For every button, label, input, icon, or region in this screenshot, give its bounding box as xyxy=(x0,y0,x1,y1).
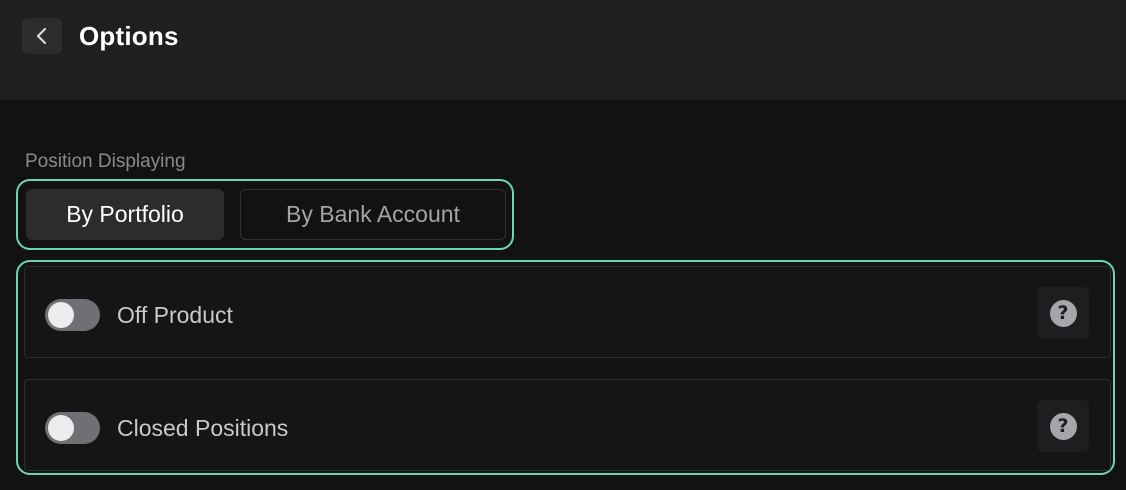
position-displaying-segmented-control: By Portfolio By Bank Account xyxy=(16,179,514,250)
page-title: Options xyxy=(79,21,179,51)
off-product-label: Off Product xyxy=(117,302,233,328)
question-mark-icon: ? xyxy=(1049,412,1077,440)
back-button[interactable] xyxy=(22,18,62,54)
chevron-left-icon xyxy=(36,27,47,45)
toggle-knob xyxy=(48,302,74,328)
by-portfolio-tab[interactable]: By Portfolio xyxy=(26,189,224,240)
off-product-help-button[interactable]: ? xyxy=(1037,287,1089,339)
toggle-settings-group: Off Product ? Closed Positions ? xyxy=(16,260,1115,475)
toggle-row-closed-positions: Closed Positions ? xyxy=(24,379,1111,471)
question-mark-icon: ? xyxy=(1049,299,1077,327)
closed-positions-toggle[interactable] xyxy=(45,412,100,444)
toggle-knob xyxy=(48,415,74,441)
header-bar: Options xyxy=(0,0,1126,100)
toggle-row-off-product: Off Product ? xyxy=(24,266,1111,358)
by-bank-account-tab[interactable]: By Bank Account xyxy=(240,189,506,240)
closed-positions-label: Closed Positions xyxy=(117,415,289,441)
closed-positions-help-button[interactable]: ? xyxy=(1037,400,1089,452)
position-displaying-label: Position Displaying xyxy=(25,151,186,172)
off-product-toggle[interactable] xyxy=(45,299,100,331)
